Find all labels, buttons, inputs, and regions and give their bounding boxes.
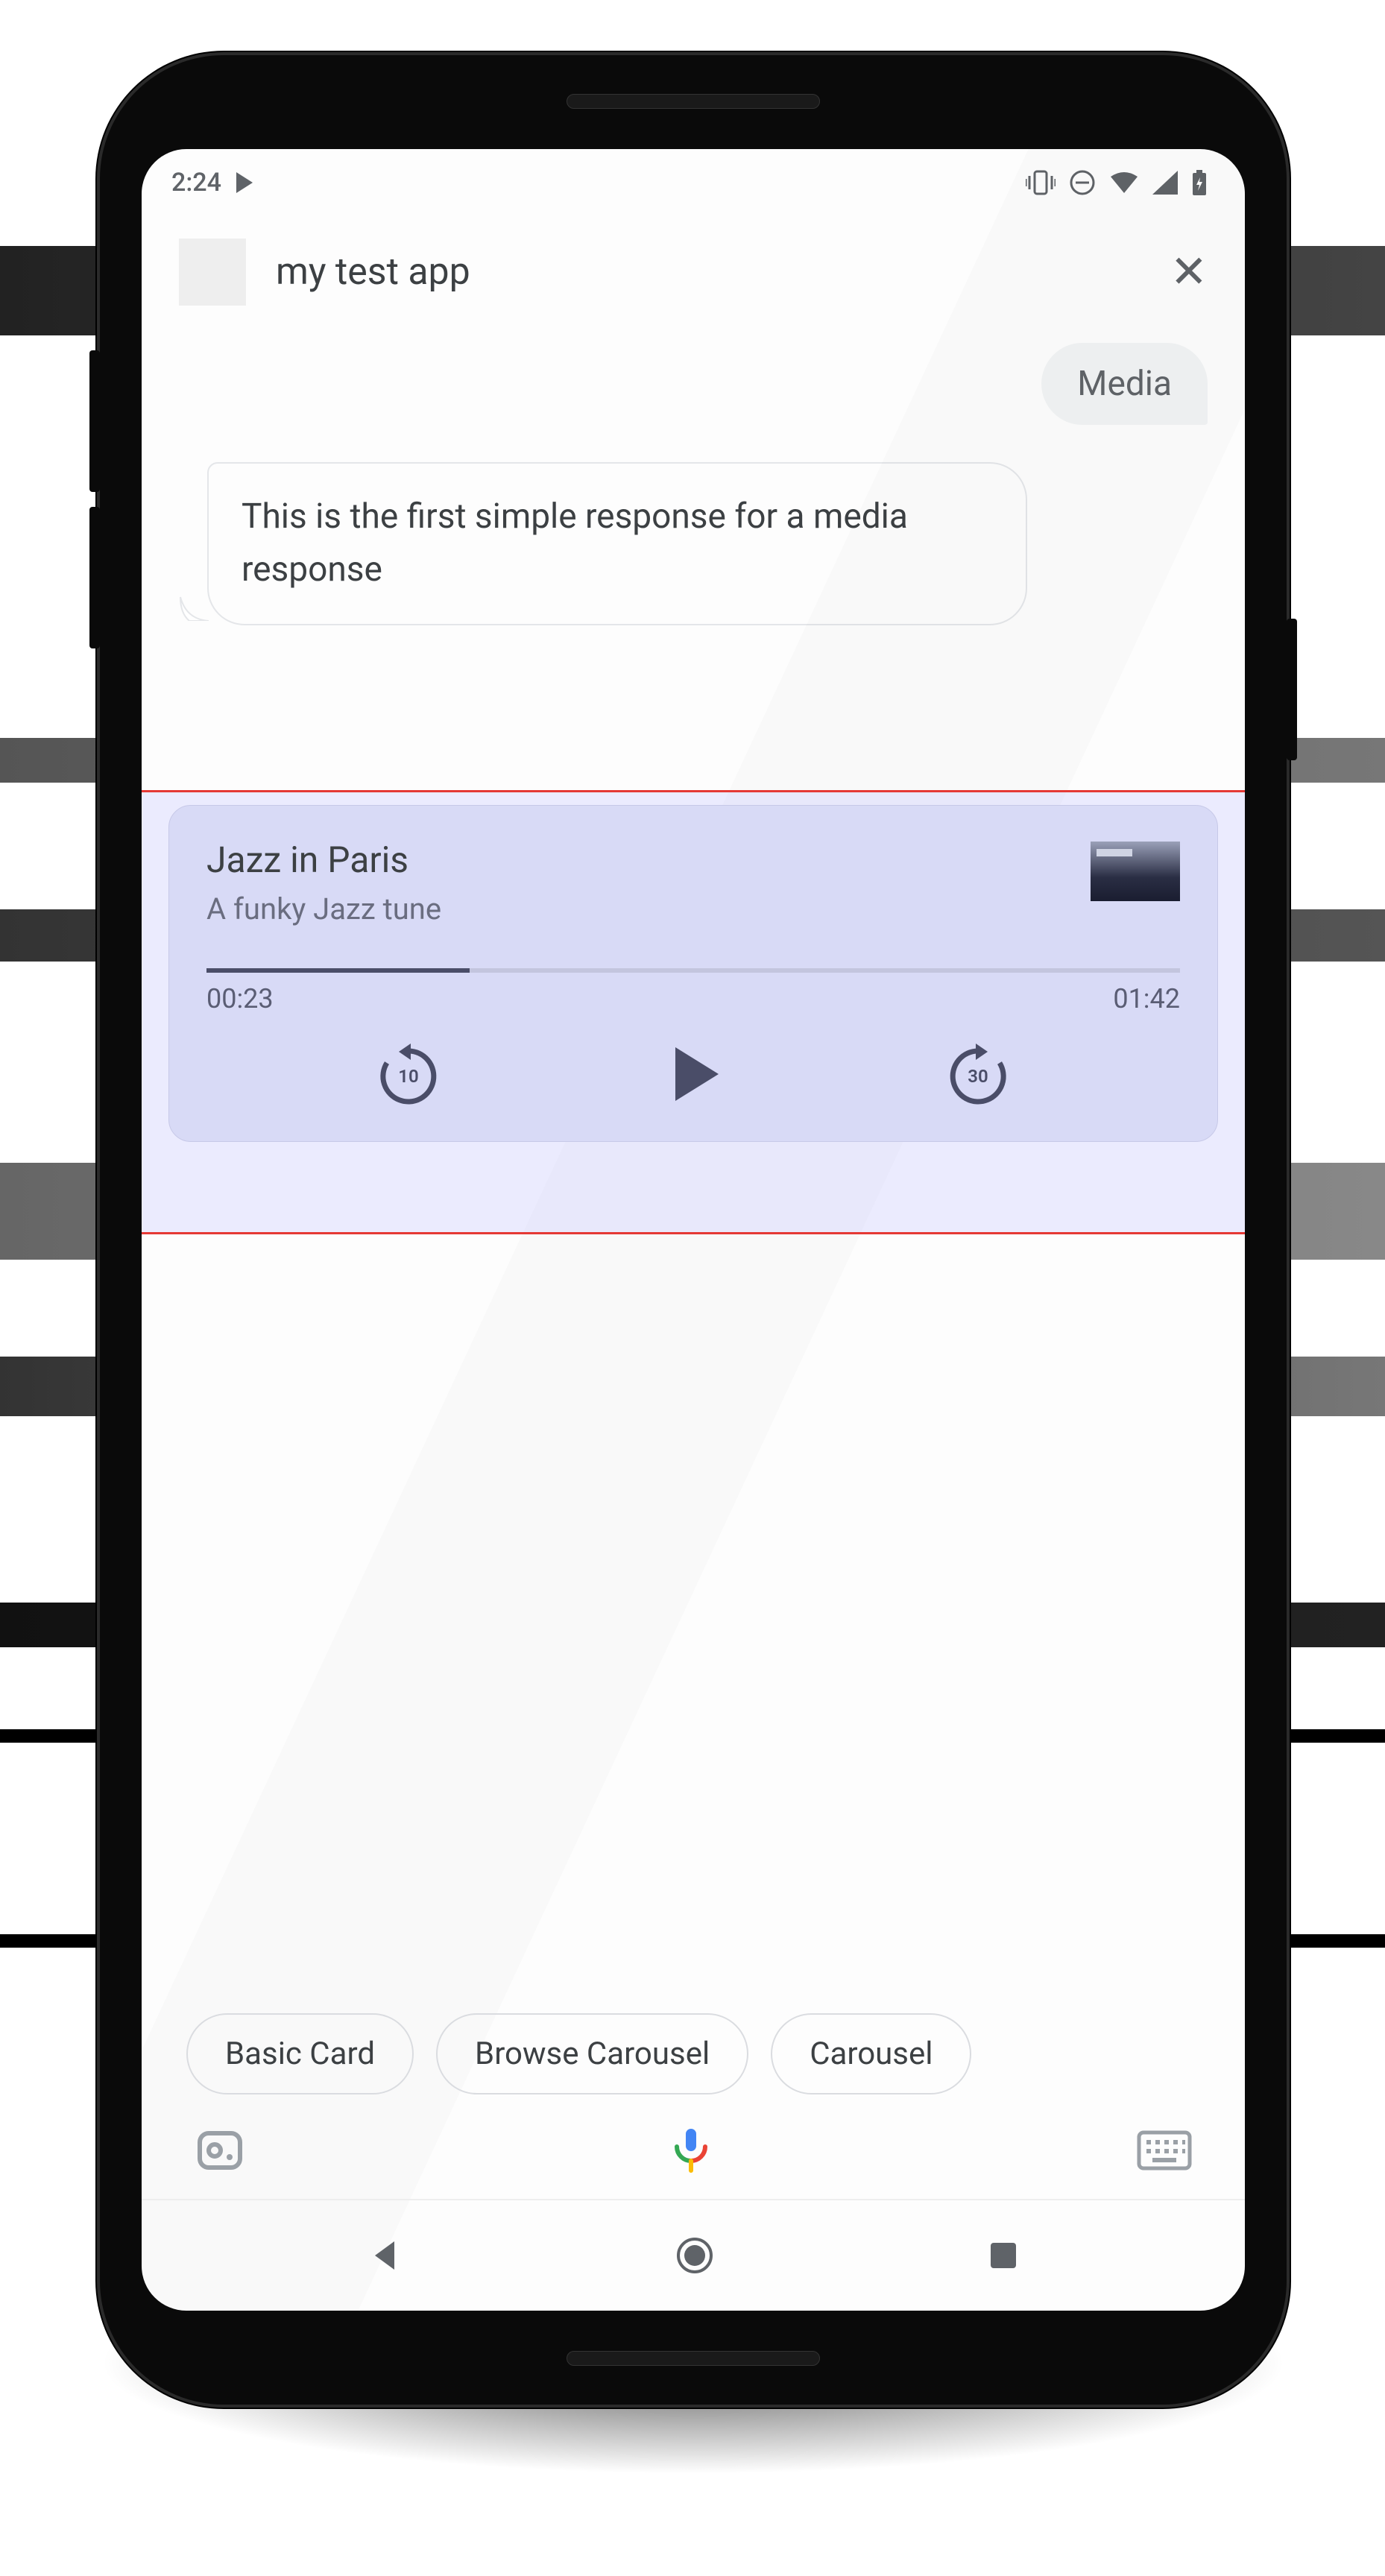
assistant-input-bar: [142, 2102, 1245, 2199]
suggestion-chips-row: Basic Card Browse Carousel Carousel: [142, 2013, 1245, 2094]
forward-30-button[interactable]: 30: [941, 1037, 1015, 1111]
media-subtitle: A funky Jazz tune: [206, 891, 441, 926]
play-button[interactable]: [656, 1037, 731, 1111]
user-message-bubble: Media: [1041, 343, 1208, 425]
media-title: Jazz in Paris: [206, 839, 441, 881]
battery-charging-icon: [1191, 170, 1208, 195]
chat-area: Media This is the first simple response …: [142, 328, 1245, 625]
close-button[interactable]: ✕: [1170, 250, 1208, 294]
bot-message-bubble: This is the first simple response for a …: [207, 462, 1027, 625]
do-not-disturb-icon: [1069, 169, 1096, 196]
suggestion-chip-browse-carousel[interactable]: Browse Carousel: [436, 2013, 748, 2094]
screen: 2:24: [142, 149, 1245, 2311]
cell-signal-icon: [1152, 171, 1178, 195]
svg-text:10: 10: [398, 1066, 418, 1087]
clock: 2:24: [171, 168, 221, 198]
bottom-speaker: [567, 2351, 820, 2366]
media-thumbnail: [1091, 842, 1180, 901]
bot-bubble-tail: [179, 591, 209, 621]
volume-up-button: [89, 350, 100, 492]
mic-button[interactable]: [665, 2124, 717, 2176]
app-icon-placeholder: [179, 239, 246, 306]
phone-frame: 2:24: [97, 52, 1290, 2408]
volume-down-button: [89, 507, 100, 648]
svg-text:30: 30: [968, 1066, 988, 1087]
total-duration: 01:42: [1113, 983, 1180, 1014]
media-playing-icon: [236, 172, 253, 193]
suggestion-chip-basic-card[interactable]: Basic Card: [186, 2013, 414, 2094]
rewind-10-button[interactable]: 10: [371, 1037, 446, 1111]
elapsed-time: 00:23: [206, 983, 274, 1014]
wifi-icon: [1109, 171, 1139, 195]
earpiece-speaker: [567, 94, 820, 109]
progress-track[interactable]: [206, 968, 1180, 973]
suggestion-chip-carousel[interactable]: Carousel: [771, 2013, 971, 2094]
app-title: my test app: [276, 250, 470, 294]
bot-message-text: This is the first simple response for a …: [242, 496, 908, 590]
keyboard-button[interactable]: [1136, 2130, 1193, 2171]
lens-button[interactable]: [194, 2124, 246, 2176]
progress-fill: [206, 968, 470, 973]
nav-home-button[interactable]: [674, 2235, 716, 2276]
play-icon: [675, 1047, 719, 1101]
status-bar: 2:24: [142, 149, 1245, 216]
media-response-card: Jazz in Paris A funky Jazz tune 00:23 01…: [168, 805, 1218, 1142]
nav-recents-button[interactable]: [986, 2238, 1020, 2273]
android-nav-bar: [142, 2199, 1245, 2311]
vibrate-icon: [1026, 170, 1056, 195]
user-message-text: Media: [1077, 364, 1172, 404]
power-button: [1287, 619, 1297, 760]
app-header: my test app ✕: [142, 216, 1245, 328]
nav-back-button[interactable]: [366, 2237, 403, 2274]
